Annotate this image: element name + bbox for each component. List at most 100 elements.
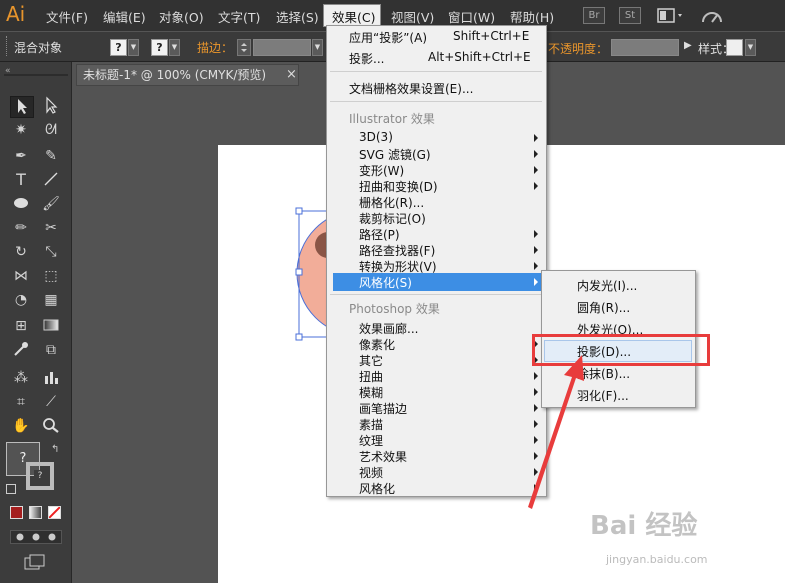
menu-item-apply-last-effect[interactable]: 应用“投影”(A) bbox=[349, 29, 427, 46]
annotation-arrow-icon bbox=[528, 355, 584, 509]
pencil-tool-icon[interactable]: ✏ bbox=[10, 218, 32, 238]
menu-item-texture[interactable]: 纹理 bbox=[359, 432, 383, 449]
shape-builder-tool-icon[interactable]: ◔ bbox=[10, 290, 32, 310]
submenu-arrow-icon bbox=[534, 166, 538, 174]
column-graph-tool-icon[interactable] bbox=[40, 368, 62, 388]
document-tab[interactable]: 未标题-1* @ 100% (CMYK/预览) bbox=[76, 64, 299, 86]
zoom-tool-icon[interactable] bbox=[40, 416, 62, 436]
menu-item-other[interactable]: 其它 bbox=[359, 352, 383, 369]
menu-item-convert-to-shape[interactable]: 转换为形状(V) bbox=[359, 258, 437, 275]
perspective-grid-tool-icon[interactable]: ▦ bbox=[40, 290, 62, 310]
scale-tool-icon[interactable]: ⤡ bbox=[40, 242, 62, 262]
mesh-tool-icon[interactable]: ⊞ bbox=[10, 316, 32, 336]
selected-artwork[interactable] bbox=[290, 205, 330, 345]
gpu-performance-icon[interactable] bbox=[700, 7, 724, 25]
hand-tool-icon[interactable]: ✋ bbox=[10, 416, 32, 436]
fill-unknown-icon[interactable]: ? bbox=[110, 39, 127, 56]
menu-item-distort-transform[interactable]: 扭曲和变换(D) bbox=[359, 178, 438, 195]
stroke-weight-input[interactable] bbox=[253, 39, 311, 56]
curvature-tool-icon[interactable]: ✎ bbox=[40, 146, 62, 166]
stroke-stepper[interactable] bbox=[237, 39, 251, 56]
toolbox-grip bbox=[4, 74, 68, 76]
gradient-mode-button[interactable] bbox=[29, 506, 42, 519]
close-tab-icon[interactable]: × bbox=[286, 67, 297, 82]
menu-file[interactable]: 文件(F) bbox=[46, 7, 88, 26]
menu-item-pixelate[interactable]: 像素化 bbox=[359, 336, 395, 353]
lasso-tool-icon[interactable]: ᘛ bbox=[40, 120, 62, 140]
menu-edit[interactable]: 编辑(E) bbox=[103, 7, 146, 26]
chevron-down-icon[interactable]: ▼ bbox=[312, 39, 323, 56]
menu-item-distort[interactable]: 扭曲 bbox=[359, 368, 383, 385]
menu-separator bbox=[330, 294, 542, 295]
menu-item-ps-stylize[interactable]: 风格化 bbox=[359, 480, 395, 497]
eyedropper-tool-icon[interactable] bbox=[10, 340, 32, 360]
menu-item-3d[interactable]: 3D(3) bbox=[359, 130, 393, 144]
menu-select[interactable]: 选择(S) bbox=[276, 7, 319, 26]
blend-tool-icon[interactable]: ⧉ bbox=[40, 340, 62, 360]
menu-item-effect-gallery[interactable]: 效果画廊... bbox=[359, 320, 418, 337]
none-mode-button[interactable] bbox=[48, 506, 61, 519]
chevron-down-icon[interactable]: ▼ bbox=[745, 39, 756, 56]
menu-item-rasterize[interactable]: 栅格化(R)... bbox=[359, 194, 424, 211]
menu-item-warp[interactable]: 变形(W) bbox=[359, 162, 404, 179]
magic-wand-icon[interactable]: ✷ bbox=[10, 120, 32, 140]
swap-fill-stroke-icon[interactable]: ↰ bbox=[51, 444, 59, 455]
shortcut-last-effect: Alt+Shift+Ctrl+E bbox=[428, 50, 531, 64]
arrange-documents-icon[interactable] bbox=[657, 7, 685, 24]
submenu-item-round-corners[interactable]: 圆角(R)... bbox=[577, 299, 630, 316]
chevron-right-icon[interactable]: ▶ bbox=[684, 40, 692, 51]
menu-item-artistic[interactable]: 艺术效果 bbox=[359, 448, 407, 465]
opacity-label[interactable]: 不透明度： bbox=[548, 40, 608, 57]
bridge-button[interactable]: Br bbox=[583, 7, 605, 24]
menu-view[interactable]: 视图(V) bbox=[391, 7, 434, 26]
menu-item-pathfinder[interactable]: 路径查找器(F) bbox=[359, 242, 435, 259]
direct-selection-tool-icon[interactable] bbox=[40, 96, 62, 116]
paintbrush-tool-icon[interactable]: 🖌 bbox=[40, 194, 62, 214]
menu-window[interactable]: 窗口(W) bbox=[448, 7, 495, 26]
menu-item-sketch[interactable]: 素描 bbox=[359, 416, 383, 433]
menu-item-blur[interactable]: 模糊 bbox=[359, 384, 383, 401]
rotate-tool-icon[interactable]: ↻ bbox=[10, 242, 32, 262]
slice-tool-icon[interactable]: ⟋ bbox=[40, 392, 62, 412]
drawing-modes-group[interactable] bbox=[10, 530, 62, 544]
stroke-unknown-icon[interactable]: ? bbox=[151, 39, 168, 56]
app-logo: Ai bbox=[6, 2, 26, 26]
stroke-label[interactable]: 描边： bbox=[197, 39, 233, 56]
menu-item-video[interactable]: 视频 bbox=[359, 464, 383, 481]
menu-item-svg-filters[interactable]: SVG 滤镜(G) bbox=[359, 146, 431, 163]
default-fill-stroke-icon[interactable] bbox=[6, 484, 16, 494]
free-transform-tool-icon[interactable]: ⬚ bbox=[40, 266, 62, 286]
menu-item-path[interactable]: 路径(P) bbox=[359, 226, 400, 243]
graphic-style-swatch[interactable] bbox=[726, 39, 743, 56]
shortcut-apply-last-effect: Shift+Ctrl+E bbox=[453, 29, 530, 43]
submenu-arrow-icon bbox=[534, 182, 538, 190]
menu-type[interactable]: 文字(T) bbox=[218, 7, 260, 26]
menu-item-last-effect[interactable]: 投影... bbox=[349, 50, 384, 67]
chevron-down-icon[interactable]: ▼ bbox=[169, 39, 180, 56]
width-tool-icon[interactable]: ⋈ bbox=[10, 266, 32, 286]
scissors-tool-icon[interactable]: ✂ bbox=[40, 218, 62, 238]
menu-object[interactable]: 对象(O) bbox=[159, 7, 204, 26]
submenu-arrow-icon bbox=[534, 150, 538, 158]
stock-button[interactable]: St bbox=[619, 7, 641, 24]
color-mode-button[interactable] bbox=[10, 506, 23, 519]
menu-effect[interactable]: 效果(C) bbox=[332, 7, 375, 26]
type-tool-icon[interactable]: T bbox=[10, 170, 32, 190]
chevron-down-icon[interactable]: ▼ bbox=[128, 39, 139, 56]
submenu-item-inner-glow[interactable]: 内发光(I)... bbox=[577, 277, 637, 294]
menu-item-brush-strokes[interactable]: 画笔描边 bbox=[359, 400, 407, 417]
menu-item-crop-marks[interactable]: 裁剪标记(O) bbox=[359, 210, 426, 227]
gradient-tool-icon[interactable] bbox=[40, 316, 62, 336]
menu-item-stylize[interactable]: 风格化(S) bbox=[359, 274, 412, 291]
selection-tool-icon[interactable] bbox=[10, 96, 34, 118]
symbol-sprayer-tool-icon[interactable]: ⁂ bbox=[10, 368, 32, 388]
screen-mode-icon[interactable] bbox=[24, 554, 46, 571]
opacity-input[interactable] bbox=[611, 39, 679, 56]
menu-item-doc-raster-settings[interactable]: 文档栅格效果设置(E)... bbox=[349, 80, 473, 97]
artboard-tool-icon[interactable]: ⌗ bbox=[10, 392, 32, 412]
line-segment-tool-icon[interactable] bbox=[40, 170, 62, 190]
pen-tool-icon[interactable]: ✒ bbox=[10, 146, 32, 166]
ellipse-tool-icon[interactable] bbox=[10, 194, 32, 214]
menu-help[interactable]: 帮助(H) bbox=[510, 7, 554, 26]
submenu-arrow-icon bbox=[534, 246, 538, 254]
